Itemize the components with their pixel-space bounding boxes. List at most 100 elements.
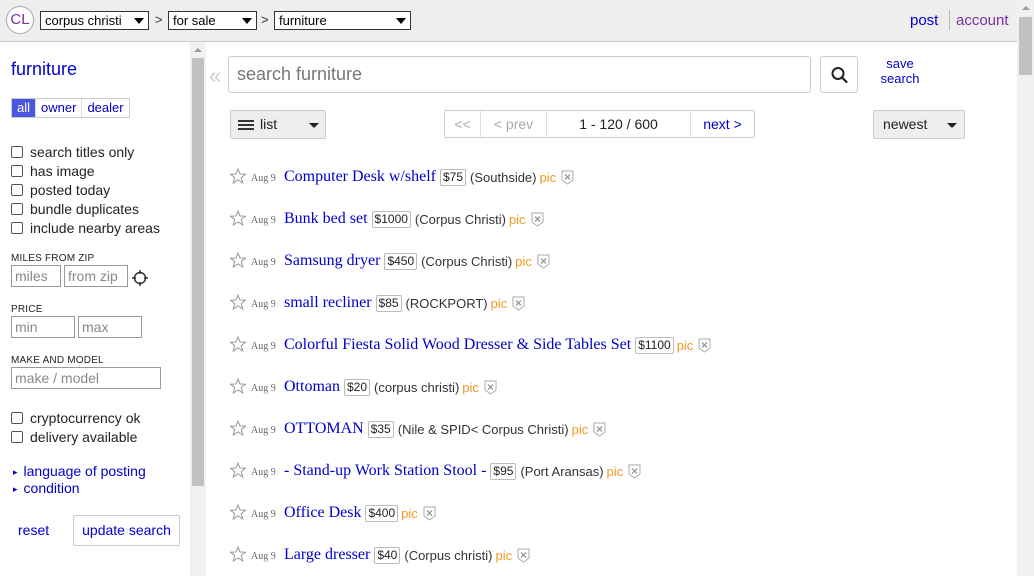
posting-date: Aug 9 <box>251 509 276 520</box>
result-title-link[interactable]: Large dresser <box>284 546 370 564</box>
favorite-star-icon[interactable] <box>229 209 247 227</box>
favorite-star-icon[interactable] <box>229 545 247 563</box>
result-title-link[interactable]: Bunk bed set <box>284 210 368 228</box>
posted-today-checkbox[interactable]: posted today <box>11 181 110 199</box>
favorite-star-icon[interactable] <box>229 503 247 521</box>
prev-page-button[interactable]: < prev <box>481 111 547 137</box>
favorite-star-icon[interactable] <box>229 377 247 395</box>
tab-owner[interactable]: owner <box>35 99 81 117</box>
category-select[interactable]: furniture <box>274 11 411 30</box>
checkbox-icon[interactable] <box>11 146 23 158</box>
checkbox-icon[interactable] <box>11 222 23 234</box>
next-page-button[interactable]: next > <box>691 111 754 137</box>
posting-date: Aug 9 <box>251 383 276 394</box>
search-button[interactable] <box>820 56 858 93</box>
view-mode-select[interactable]: list <box>230 110 326 139</box>
hide-posting-icon[interactable] <box>517 548 530 563</box>
checkbox-icon[interactable] <box>11 412 23 424</box>
post-link[interactable]: post <box>910 12 938 29</box>
result-title-link[interactable]: Colorful Fiesta Solid Wood Dresser & Sid… <box>284 336 631 354</box>
search-input[interactable]: search furniture <box>228 56 811 93</box>
seller-type-tabs: all owner dealer <box>11 98 130 118</box>
triangle-right-icon: ▸ <box>13 484 18 494</box>
checkbox-icon[interactable] <box>11 184 23 196</box>
make-model-input[interactable]: make / model <box>11 367 161 389</box>
favorite-star-icon[interactable] <box>229 419 247 437</box>
scrollbar-thumb[interactable] <box>1019 17 1032 75</box>
sort-select[interactable]: newest <box>873 110 965 139</box>
result-title-link[interactable]: small recliner <box>284 294 372 312</box>
posting-date: Aug 9 <box>251 467 276 478</box>
tab-dealer[interactable]: dealer <box>81 99 128 117</box>
collapse-sidebar-icon[interactable]: « <box>209 63 221 89</box>
min-price-input[interactable]: min <box>11 316 75 338</box>
hide-posting-icon[interactable] <box>593 422 606 437</box>
scroll-up-arrow-icon[interactable] <box>1022 6 1030 10</box>
hide-posting-icon[interactable] <box>423 506 436 521</box>
expander-label: condition <box>23 480 80 496</box>
result-title-link[interactable]: - Stand-up Work Station Stool - <box>284 462 486 480</box>
hide-posting-icon[interactable] <box>537 254 550 269</box>
price-label: PRICE <box>11 304 43 315</box>
chevron-down-icon <box>947 123 957 128</box>
result-body: Bunk bed set $1000 (Corpus Christi) pic <box>284 210 544 228</box>
save-search-link[interactable]: save search <box>872 56 928 86</box>
price-badge: $20 <box>344 378 371 396</box>
cryptocurrency-checkbox[interactable]: cryptocurrency ok <box>11 409 140 427</box>
result-title-link[interactable]: Office Desk <box>284 504 361 522</box>
section-select[interactable]: for sale <box>168 11 257 30</box>
sort-label: newest <box>883 116 928 132</box>
miles-input[interactable]: miles <box>11 265 61 287</box>
hide-posting-icon[interactable] <box>531 212 544 227</box>
result-body: Large dresser $40 (Corpus christi) pic <box>284 546 530 564</box>
filter-sidebar: furniture all owner dealer search titles… <box>0 42 190 576</box>
page-scrollbar[interactable] <box>1017 0 1034 576</box>
category-title[interactable]: furniture <box>11 59 77 80</box>
result-title-link[interactable]: OTTOMAN <box>284 420 364 438</box>
sidebar-scrollbar[interactable] <box>190 42 206 576</box>
price-badge: $35 <box>367 420 394 438</box>
scroll-up-arrow-icon[interactable] <box>194 48 202 52</box>
craigslist-logo[interactable]: CL <box>6 6 34 34</box>
favorite-star-icon[interactable] <box>229 293 247 311</box>
hide-posting-icon[interactable] <box>698 338 711 353</box>
bundle-duplicates-checkbox[interactable]: bundle duplicates <box>11 200 139 218</box>
triangle-right-icon: ▸ <box>13 467 18 477</box>
has-image-checkbox[interactable]: has image <box>11 162 95 180</box>
pic-tag: pic <box>508 211 526 227</box>
delivery-checkbox[interactable]: delivery available <box>11 428 137 446</box>
favorite-star-icon[interactable] <box>229 335 247 353</box>
update-search-button[interactable]: update search <box>73 515 180 546</box>
checkbox-icon[interactable] <box>11 203 23 215</box>
pic-tag: pic <box>401 505 418 521</box>
checkbox-label: search titles only <box>30 144 135 160</box>
favorite-star-icon[interactable] <box>229 251 247 269</box>
reset-link[interactable]: reset <box>18 522 49 538</box>
area-select-value: corpus christi <box>45 13 122 28</box>
language-expander[interactable]: ▸ language of posting <box>13 463 146 479</box>
include-nearby-checkbox[interactable]: include nearby areas <box>11 219 160 237</box>
search-titles-only-checkbox[interactable]: search titles only <box>11 143 134 161</box>
result-title-link[interactable]: Ottoman <box>284 378 340 396</box>
checkbox-icon[interactable] <box>11 431 23 443</box>
account-link[interactable]: account <box>956 12 1009 29</box>
locate-me-icon[interactable] <box>131 269 149 287</box>
max-price-input[interactable]: max <box>78 316 142 338</box>
zip-input[interactable]: from zip <box>64 265 128 287</box>
hide-posting-icon[interactable] <box>628 464 641 479</box>
hide-posting-icon[interactable] <box>512 296 525 311</box>
first-page-button[interactable]: << <box>445 111 481 137</box>
view-mode-label: list <box>260 116 278 132</box>
hide-posting-icon[interactable] <box>561 170 574 185</box>
favorite-star-icon[interactable] <box>229 167 247 185</box>
result-title-link[interactable]: Computer Desk w/shelf <box>284 168 436 186</box>
favorite-star-icon[interactable] <box>229 461 247 479</box>
area-select[interactable]: corpus christi <box>40 11 149 30</box>
hide-posting-icon[interactable] <box>484 380 497 395</box>
tab-all[interactable]: all <box>12 99 36 117</box>
condition-expander[interactable]: ▸ condition <box>13 480 80 496</box>
checkbox-icon[interactable] <box>11 165 23 177</box>
price-badge: $40 <box>374 546 401 564</box>
scrollbar-thumb[interactable] <box>192 58 204 486</box>
result-title-link[interactable]: Samsung dryer <box>284 252 380 270</box>
